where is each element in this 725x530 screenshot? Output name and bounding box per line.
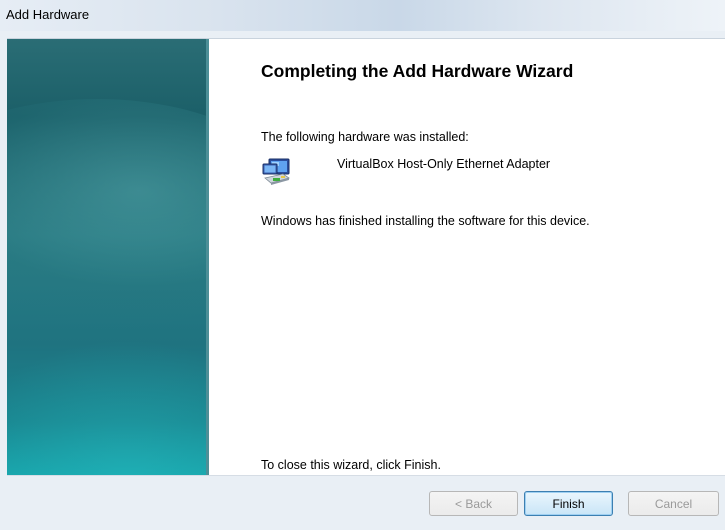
window-title: Add Hardware <box>6 7 90 22</box>
banner-glow-bottom <box>7 339 209 475</box>
back-button[interactable]: < Back <box>429 491 518 516</box>
wizard-banner <box>7 39 209 475</box>
installed-label: The following hardware was installed: <box>261 130 469 144</box>
banner-glow-top <box>7 99 209 329</box>
finish-button[interactable]: Finish <box>524 491 613 516</box>
device-name: VirtualBox Host-Only Ethernet Adapter <box>337 157 551 171</box>
title-bar[interactable]: Add Hardware <box>0 0 725 31</box>
wizard-content: Completing the Add Hardware Wizard The f… <box>261 39 721 475</box>
banner-edge <box>206 39 209 475</box>
network-adapter-icon <box>261 157 295 191</box>
close-hint: To close this wizard, click Finish. <box>261 458 441 472</box>
page-title: Completing the Add Hardware Wizard <box>261 61 574 81</box>
footer-divider <box>7 475 725 476</box>
wizard-page: Completing the Add Hardware Wizard The f… <box>7 38 725 475</box>
finished-message: Windows has finished installing the soft… <box>261 214 590 228</box>
cancel-button[interactable]: Cancel <box>628 491 719 516</box>
